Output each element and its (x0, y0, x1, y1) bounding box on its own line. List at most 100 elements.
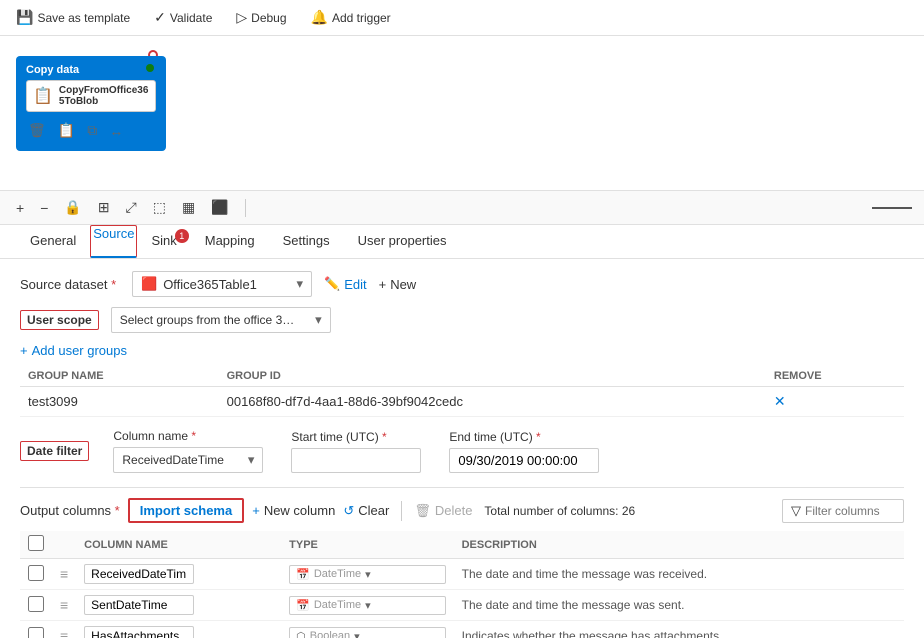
debug-icon: ▷ (236, 9, 247, 26)
copy-data-block[interactable]: Copy data 📋 CopyFromOffice365ToBlob 🗑 📋 … (16, 56, 166, 151)
row-desc-cell: The date and time the message was sent. (454, 590, 904, 621)
type-icon: 📅 (296, 599, 310, 612)
table-row: ≡ ⬡ Boolean ▾ Indicates whether the mess… (20, 621, 904, 639)
add-user-groups-button[interactable]: + Add user groups (20, 343, 127, 358)
col-name-chevron-icon: ▾ (248, 452, 255, 468)
col-type-header: TYPE (281, 531, 453, 559)
new-column-button[interactable]: + New column (252, 503, 335, 518)
column-name-field[interactable] (84, 595, 194, 615)
save-template-button[interactable]: 💾 Save as template (12, 7, 134, 28)
type-dropdown[interactable]: ⬡ Boolean ▾ (289, 627, 445, 639)
group-name-header: GROUP NAME (20, 366, 219, 387)
column-name-dropdown[interactable]: ReceivedDateTime ▾ (113, 447, 263, 473)
edit-button[interactable]: ✏️ Edit (324, 276, 367, 292)
clear-icon: ↺ (343, 503, 354, 519)
activity-block[interactable]: 📋 CopyFromOffice365ToBlob (26, 80, 156, 112)
mini-toolbar: + − 🔒 ⊞ ⤢ ⬚ ▦ ⬛ (0, 191, 924, 225)
row-drag-cell[interactable]: ≡ (52, 559, 76, 590)
row-desc-cell: The date and time the message was receiv… (454, 559, 904, 590)
row-drag-cell[interactable]: ≡ (52, 590, 76, 621)
more-button[interactable]: ⬛ (207, 197, 232, 218)
import-schema-button[interactable]: Import schema (128, 498, 244, 523)
total-count: Total number of columns: 26 (484, 504, 635, 518)
type-chevron-icon: ▾ (365, 568, 371, 581)
validate-button[interactable]: ✓ Validate (150, 7, 216, 28)
select-all-checkbox[interactable] (28, 535, 44, 551)
layout-button[interactable]: ▦ (178, 197, 199, 218)
col-check-header (20, 531, 52, 559)
row-type-cell: 📅 DateTime ▾ (281, 590, 453, 621)
new-button[interactable]: + New (379, 277, 417, 292)
clone-activity-button[interactable]: ⧉ (85, 120, 99, 141)
table-row: ≡ 📅 DateTime ▾ The date and time the mes… (20, 559, 904, 590)
type-label: Boolean (310, 630, 350, 638)
delete-icon: 🗑 (414, 503, 431, 519)
grid-button[interactable]: ⊞ (94, 197, 114, 218)
scope-dropdown[interactable]: Select groups from the office 365 ten...… (111, 307, 331, 333)
user-scope-row: User scope Select groups from the office… (20, 307, 904, 333)
select-button[interactable]: ⬚ (149, 197, 170, 218)
column-name-field[interactable] (84, 626, 194, 638)
lock-button[interactable]: 🔒 (60, 197, 85, 218)
row-checkbox[interactable] (28, 596, 44, 612)
zoom-out-button[interactable]: − (36, 198, 52, 218)
tab-sink[interactable]: Sink 1 (137, 225, 190, 258)
add-trigger-button[interactable]: 🔔 Add trigger (307, 7, 395, 28)
top-toolbar: 💾 Save as template ✓ Validate ▷ Debug 🔔 … (0, 0, 924, 36)
group-name-cell: test3099 (20, 387, 219, 417)
column-name-field[interactable] (84, 564, 194, 584)
activity-icon: 📋 (33, 86, 53, 106)
green-dot (146, 64, 154, 72)
col-name-header: COLUMN NAME (76, 531, 281, 559)
tab-settings[interactable]: Settings (269, 225, 344, 258)
start-time-label: Start time (UTC) * (291, 430, 421, 444)
source-dataset-label: Source dataset * (20, 277, 120, 292)
copy-activity-button[interactable]: 📋 (56, 120, 77, 141)
tab-user-properties[interactable]: User properties (344, 225, 461, 258)
drag-handle-icon[interactable]: ≡ (60, 628, 68, 638)
table-row: test3099 00168f80-df7d-4aa1-88d6-39bf904… (20, 387, 904, 417)
tab-general[interactable]: General (16, 225, 90, 258)
filter-input-container[interactable]: ▽ (782, 499, 904, 523)
drag-handle-icon[interactable]: ≡ (60, 566, 68, 582)
collapse-bar (872, 207, 912, 209)
drag-handle-icon[interactable]: ≡ (60, 597, 68, 613)
type-icon: ⬡ (296, 630, 306, 639)
debug-button[interactable]: ▷ Debug (232, 7, 290, 28)
date-filter-row: Date filter Column name * ReceivedDateTi… (20, 429, 904, 473)
type-dropdown[interactable]: 📅 DateTime ▾ (289, 596, 445, 615)
description-text: The date and time the message was receiv… (462, 567, 707, 581)
type-dropdown[interactable]: 📅 DateTime ▾ (289, 565, 445, 584)
clear-button[interactable]: ↺ Clear (343, 503, 389, 519)
row-checkbox-cell[interactable] (20, 621, 52, 639)
dataset-dropdown[interactable]: 🟥 Office365Table1 ▾ (132, 271, 312, 297)
row-checkbox[interactable] (28, 627, 44, 639)
groups-table: GROUP NAME GROUP ID REMOVE test3099 0016… (20, 366, 904, 417)
start-time-input[interactable] (291, 448, 421, 473)
col-drag-header (52, 531, 76, 559)
row-drag-cell[interactable]: ≡ (52, 621, 76, 639)
filter-columns-input[interactable] (805, 504, 895, 518)
delete-activity-button[interactable]: 🗑 (26, 120, 48, 141)
row-checkbox-cell[interactable] (20, 590, 52, 621)
tab-mapping[interactable]: Mapping (191, 225, 269, 258)
separator (401, 501, 402, 521)
scope-chevron-icon: ▾ (315, 312, 322, 328)
row-type-cell: 📅 DateTime ▾ (281, 559, 453, 590)
zoom-in-button[interactable]: + (12, 198, 28, 218)
type-icon: 📅 (296, 568, 310, 581)
description-text: The date and time the message was sent. (462, 598, 685, 612)
row-checkbox[interactable] (28, 565, 44, 581)
type-label: DateTime (314, 568, 361, 580)
type-chevron-icon: ▾ (365, 599, 371, 612)
row-checkbox-cell[interactable] (20, 559, 52, 590)
row-name-cell (76, 590, 281, 621)
required-star: * (111, 277, 116, 292)
row-desc-cell: Indicates whether the message has attach… (454, 621, 904, 639)
tab-source[interactable]: Source (90, 225, 137, 258)
fit-button[interactable]: ⤢ (122, 197, 141, 218)
remove-row-button[interactable]: ✕ (774, 393, 786, 410)
end-time-input[interactable] (449, 448, 599, 473)
move-activity-button[interactable]: ↔ (107, 120, 125, 141)
type-chevron-icon: ▾ (354, 630, 360, 639)
